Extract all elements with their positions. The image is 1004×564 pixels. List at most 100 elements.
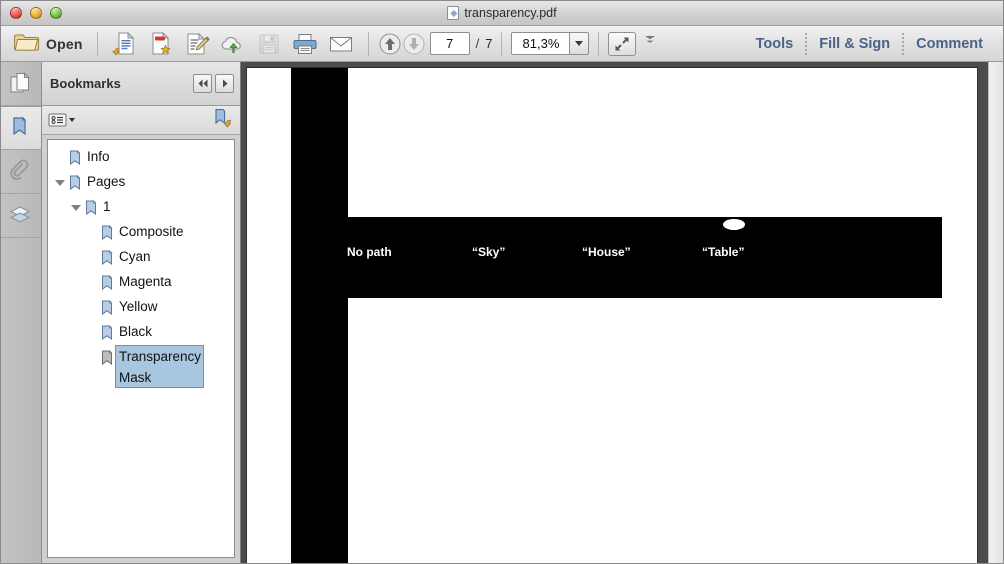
cloud-upload-button[interactable] bbox=[215, 30, 251, 58]
bookmark-icon bbox=[100, 220, 115, 245]
print-button[interactable] bbox=[287, 30, 323, 58]
print-icon bbox=[292, 31, 318, 57]
bookmark-item[interactable]: 1 bbox=[48, 195, 234, 220]
bookmark-icon bbox=[68, 145, 83, 170]
navigation-rail bbox=[1, 62, 42, 563]
tools-button[interactable]: Tools bbox=[744, 36, 806, 52]
bookmark-item[interactable]: Yellow bbox=[48, 295, 234, 320]
more-tools-button[interactable] bbox=[642, 31, 662, 57]
pdf-label: “Sky” bbox=[472, 245, 506, 259]
bookmark-icon bbox=[100, 270, 115, 295]
bookmark-icon bbox=[100, 320, 115, 345]
folder-icon bbox=[14, 31, 40, 57]
main-toolbar: Open 7 / 7 81,3% Tools Fill & Sign Comme… bbox=[1, 26, 1003, 62]
create-pdf-button[interactable] bbox=[143, 30, 179, 58]
bookmark-options-button[interactable] bbox=[48, 110, 78, 130]
bookmark-tree[interactable]: Info Pages 1 Composite Cyan Magenta Yellow Blac… bbox=[47, 139, 235, 558]
bookmark-label: Cyan bbox=[119, 249, 151, 264]
zoom-button[interactable] bbox=[50, 7, 62, 19]
zoom-value: 81,3% bbox=[522, 36, 560, 51]
bookmark-label: Info bbox=[87, 149, 110, 164]
pdf-page: No path “Sky” “House” “Table” bbox=[247, 68, 977, 563]
comment-button[interactable]: Comment bbox=[904, 36, 995, 52]
fit-page-icon bbox=[613, 35, 631, 53]
zoom-dropdown-button[interactable] bbox=[569, 32, 590, 55]
title-bar-center: transparency.pdf bbox=[1, 1, 1003, 25]
page-separator: / bbox=[475, 36, 480, 51]
attachments-tab[interactable] bbox=[1, 150, 41, 194]
pdf-label: “House” bbox=[582, 245, 631, 259]
previous-page-button[interactable] bbox=[378, 32, 402, 56]
bookmark-item[interactable]: Info bbox=[48, 145, 234, 170]
new-bookmark-button[interactable] bbox=[212, 107, 234, 133]
edit-pdf-button[interactable] bbox=[179, 30, 215, 58]
close-button[interactable] bbox=[10, 7, 22, 19]
document-icon bbox=[447, 6, 460, 20]
bookmarks-tab[interactable] bbox=[1, 106, 41, 150]
bookmark-item[interactable]: Black bbox=[48, 320, 234, 345]
save-button[interactable] bbox=[251, 30, 287, 58]
page-scroll-area[interactable]: No path “Sky” “House” “Table” bbox=[241, 62, 988, 563]
window-controls bbox=[1, 7, 62, 19]
bookmark-label: Magenta bbox=[119, 274, 172, 289]
pdf-label: No path bbox=[347, 245, 392, 259]
disclosure-triangle-down-icon[interactable] bbox=[68, 195, 84, 220]
bookmark-item[interactable]: Magenta bbox=[48, 270, 234, 295]
cloud-upload-icon bbox=[220, 31, 246, 57]
bookmark-label: Composite bbox=[119, 224, 184, 239]
page-total: 7 bbox=[485, 36, 493, 51]
vertical-scrollbar[interactable] bbox=[988, 62, 1003, 563]
bookmark-item[interactable]: Cyan bbox=[48, 245, 234, 270]
disclosure-triangle-down-icon[interactable] bbox=[52, 170, 68, 195]
rail-filler bbox=[1, 238, 41, 563]
chevron-down-icon bbox=[575, 41, 584, 46]
email-button[interactable] bbox=[323, 30, 359, 58]
chevron-right-icon bbox=[222, 79, 227, 88]
bookmark-item[interactable]: Pages bbox=[48, 170, 234, 195]
bookmarks-icon bbox=[8, 115, 34, 141]
horizontal-bar bbox=[348, 217, 942, 298]
next-page-button[interactable] bbox=[402, 32, 426, 56]
vertical-bar bbox=[291, 68, 348, 563]
acrobat-window: transparency.pdf Open 7 / 7 81,3% Tools … bbox=[0, 0, 1004, 564]
page-thumbnails-icon bbox=[8, 71, 34, 97]
zoom-input[interactable]: 81,3% bbox=[511, 32, 570, 55]
bookmark-item[interactable]: Composite bbox=[48, 220, 234, 245]
open-label: Open bbox=[46, 35, 83, 52]
page-thumbnails-tab[interactable] bbox=[1, 62, 41, 106]
panel-header-buttons bbox=[193, 74, 234, 93]
bookmark-label: Yellow bbox=[119, 299, 158, 314]
double-chevron-left-icon bbox=[198, 79, 207, 88]
bookmark-item[interactable]: Transparency Mask bbox=[48, 345, 234, 389]
fit-page-button[interactable] bbox=[608, 31, 637, 56]
transparency-ellipse bbox=[723, 219, 745, 230]
minimize-button[interactable] bbox=[30, 7, 42, 19]
bookmark-label: 1 bbox=[103, 199, 111, 214]
bookmark-icon bbox=[84, 195, 99, 220]
pdf-label: “Table” bbox=[702, 245, 745, 259]
fill-and-sign-button[interactable]: Fill & Sign bbox=[807, 36, 902, 52]
email-icon bbox=[328, 31, 354, 57]
bookmark-icon bbox=[68, 170, 83, 195]
document-viewer: No path “Sky” “House” “Table” bbox=[241, 62, 1003, 563]
page-number-value: 7 bbox=[445, 36, 454, 51]
right-tool-group: Tools Fill & Sign Comment bbox=[744, 32, 995, 55]
bookmark-tree-container: Info Pages 1 Composite Cyan Magenta Yellow Blac… bbox=[42, 135, 240, 563]
toolbar-divider-2 bbox=[367, 31, 369, 56]
export-pdf-button[interactable] bbox=[107, 30, 143, 58]
layers-icon bbox=[8, 203, 34, 229]
expand-sidebar-button[interactable] bbox=[215, 74, 234, 93]
page-number-input[interactable]: 7 bbox=[429, 32, 470, 55]
attachments-icon bbox=[8, 159, 34, 185]
layers-tab[interactable] bbox=[1, 194, 41, 238]
create-pdf-icon bbox=[148, 31, 174, 57]
open-button[interactable]: Open bbox=[9, 30, 88, 58]
collapse-sidebar-button[interactable] bbox=[193, 74, 212, 93]
